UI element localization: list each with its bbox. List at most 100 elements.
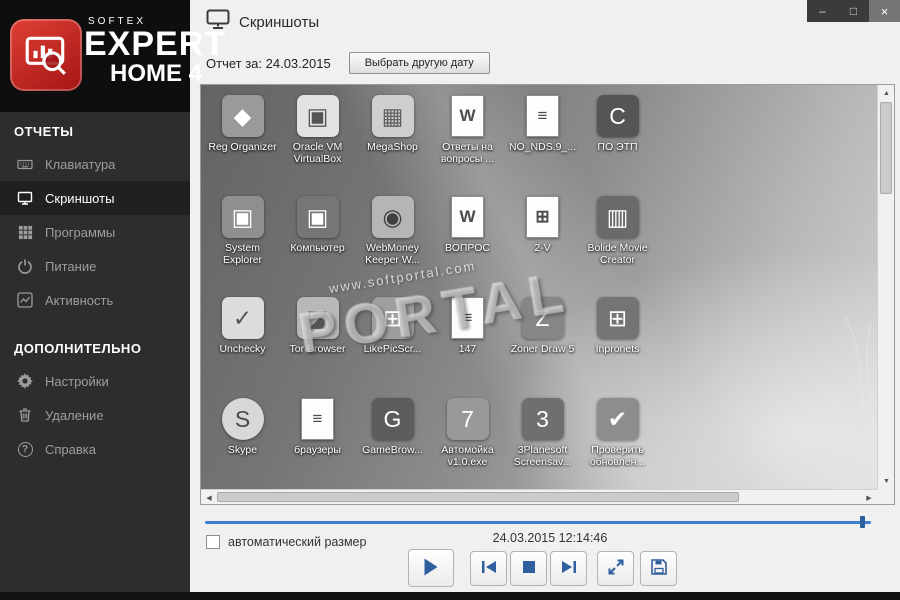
desktop-icon-label: Проверить обновлен... xyxy=(589,444,646,469)
desktop-icon-label: Bolide Movie Creator xyxy=(587,242,648,267)
sidebar-item-activity[interactable]: Активность xyxy=(0,283,190,317)
page-title: Скриншоты xyxy=(239,13,320,31)
desktop-icon-label: LikePicScr... xyxy=(363,343,422,355)
desktop-icon-image: ✔ xyxy=(596,398,639,440)
desktop-icon-image: ▣ xyxy=(296,95,339,137)
desktop-icon-image: ⊞ xyxy=(371,297,414,339)
desktop-icon: W Ответы на вопросы ... xyxy=(430,89,505,190)
auto-size-label: автоматический размер xyxy=(228,535,367,549)
apps-grid-icon xyxy=(16,225,34,240)
softex-logo: SOFTEX EXPERT HOME 4 xyxy=(0,0,225,112)
desktop-icon-label: GameBrow... xyxy=(362,444,423,456)
skip-forward-icon xyxy=(561,560,577,577)
titlebar: Скриншоты xyxy=(190,0,900,40)
report-toolbar: Отчет за: 24.03.2015 Выбрать другую дату xyxy=(206,52,490,74)
stop-button[interactable] xyxy=(510,550,547,586)
sidebar-item-label: Удаление xyxy=(45,407,104,423)
desktop-icon-label: Reg Organizer xyxy=(208,141,277,153)
desktop-icon-image: 7 xyxy=(446,398,489,440)
desktop-icon-label: браузеры xyxy=(294,444,341,456)
scroll-left-button[interactable]: ◀ xyxy=(201,490,217,505)
desktop-icon-image: ▦ xyxy=(371,95,414,137)
monitor-icon xyxy=(16,190,34,206)
desktop-icon: ≡ 147 xyxy=(430,291,505,392)
activity-chart-icon xyxy=(16,292,34,308)
horizontal-scrollbar: ◀ ▶ xyxy=(201,489,877,504)
sidebar-item-programs[interactable]: Программы xyxy=(0,215,190,249)
timeline-handle[interactable] xyxy=(860,516,865,528)
sidebar-item-settings[interactable]: Настройки xyxy=(0,364,190,398)
desktop-icon: ◆ Reg Organizer xyxy=(205,89,280,190)
sidebar-item-keyboard[interactable]: Клавиатура xyxy=(0,147,190,181)
additional-section-title: ДОПОЛНИТЕЛЬНО xyxy=(14,341,142,356)
save-icon xyxy=(650,558,667,578)
skip-back-icon xyxy=(481,560,497,577)
trash-icon xyxy=(16,407,34,423)
logo-text: SOFTEX EXPERT HOME 4 xyxy=(84,16,226,86)
desktop-icon-image: ≡ xyxy=(301,398,334,440)
desktop-icon: ▣ System Explorer xyxy=(205,190,280,291)
fullscreen-button[interactable] xyxy=(597,550,634,586)
desktop-icon-image: G xyxy=(371,398,414,440)
desktop-icon: 7 Автомойка v1.0.exe xyxy=(430,392,505,489)
sidebar-item-help[interactable]: ? Справка xyxy=(0,432,190,466)
scroll-down-button[interactable]: ▼ xyxy=(878,473,895,489)
sidebar: SOFTEX EXPERT HOME 4 ОТЧЕТЫ Клавиатура С… xyxy=(0,0,225,600)
desktop-icon: S Skype xyxy=(205,392,280,489)
desktop-icon: ≡ NO_NDS.9_... xyxy=(505,89,580,190)
desktop-icon: ▥ Bolide Movie Creator xyxy=(580,190,655,291)
help-icon: ? xyxy=(16,441,34,457)
save-button[interactable] xyxy=(640,550,677,586)
desktop-icon-label: Inpronets xyxy=(595,343,640,355)
timeline-slider[interactable] xyxy=(205,516,871,528)
desktop-icon: ⊞ Inpronets xyxy=(580,291,655,392)
window-bottom-border xyxy=(0,592,900,600)
scroll-up-button[interactable]: ▲ xyxy=(878,85,895,101)
power-icon xyxy=(16,258,34,274)
vertical-scroll-thumb[interactable] xyxy=(880,102,892,194)
scroll-right-button[interactable]: ▶ xyxy=(861,490,877,505)
sidebar-item-label: Настройки xyxy=(45,373,109,389)
auto-size-option: автоматический размер xyxy=(206,535,366,549)
desktop-icon-label: Ответы на вопросы ... xyxy=(440,141,495,166)
desktop-icon-image: ◪ xyxy=(296,297,339,339)
expand-icon xyxy=(608,559,624,578)
auto-size-checkbox[interactable] xyxy=(206,535,220,549)
desktop-icon: Z Zoner Draw 5 xyxy=(505,291,580,392)
desktop-icon: 3 3Planesoft Screensav... xyxy=(505,392,580,489)
prev-frame-button[interactable] xyxy=(470,550,507,586)
desktop-icon-image: W xyxy=(451,95,484,137)
desktop-icon-image: S xyxy=(221,398,264,440)
desktop-icon-image: C xyxy=(596,95,639,137)
desktop-icons-grid: ◆ Reg Organizer ▣ Oracle VM VirtualBox ▦ Mega… xyxy=(205,89,655,489)
minimize-button[interactable]: – xyxy=(807,0,838,22)
reports-section-title: ОТЧЕТЫ xyxy=(14,124,74,139)
desktop-icon-image: ▣ xyxy=(296,196,339,238)
gear-icon xyxy=(16,373,34,389)
app-window: SOFTEX EXPERT HOME 4 ОТЧЕТЫ Клавиатура С… xyxy=(0,0,900,600)
desktop-icon-image: ≡ xyxy=(451,297,484,339)
maximize-button[interactable]: □ xyxy=(838,0,869,22)
desktop-icon-image: ◉ xyxy=(371,196,414,238)
window-controls: – □ × xyxy=(807,0,900,22)
sidebar-item-label: Питание xyxy=(45,258,97,274)
sidebar-item-label: Справка xyxy=(45,441,96,457)
next-frame-button[interactable] xyxy=(550,550,587,586)
desktop-icon-label: Автомойка v1.0.exe xyxy=(441,444,494,469)
desktop-icon-label: ПО ЭТП xyxy=(597,141,638,153)
desktop-screenshot: ◆ Reg Organizer ▣ Oracle VM VirtualBox ▦ Mega… xyxy=(201,85,877,489)
sidebar-item-screenshots[interactable]: Скриншоты xyxy=(0,181,190,215)
desktop-icon-image: ▥ xyxy=(596,196,639,238)
playback-controls xyxy=(408,549,677,587)
choose-date-button[interactable]: Выбрать другую дату xyxy=(348,52,490,74)
desktop-icon: ◉ WebMoney Keeper W... xyxy=(355,190,430,291)
desktop-icon-image: 3 xyxy=(521,398,564,440)
desktop-icon: ▣ Oracle VM VirtualBox xyxy=(280,89,355,190)
close-button[interactable]: × xyxy=(869,0,900,22)
play-button[interactable] xyxy=(408,549,454,587)
desktop-icon-image: ◆ xyxy=(221,95,264,137)
sidebar-item-power[interactable]: Питание xyxy=(0,249,190,283)
horizontal-scroll-thumb[interactable] xyxy=(217,492,739,502)
sidebar-item-uninstall[interactable]: Удаление xyxy=(0,398,190,432)
timeline-track[interactable] xyxy=(205,521,871,524)
